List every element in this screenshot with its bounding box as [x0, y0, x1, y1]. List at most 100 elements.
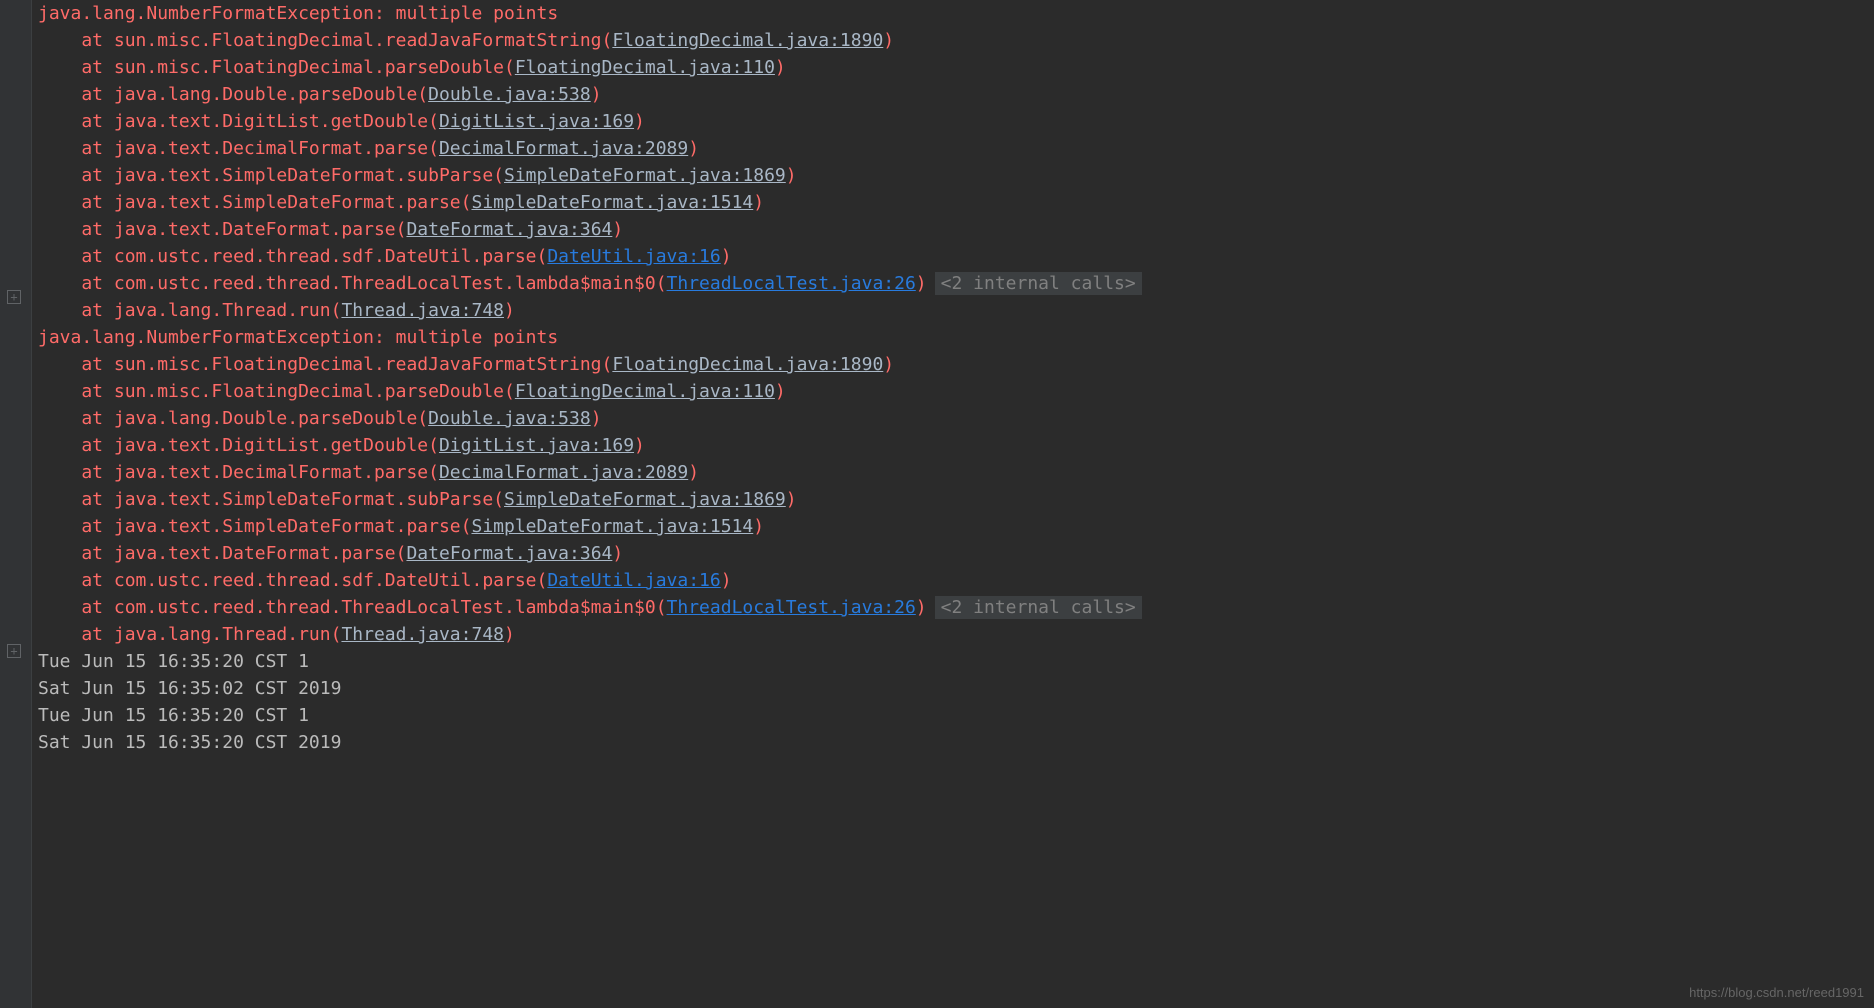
stack-frame-suffix: ): [504, 300, 515, 321]
console-line: Tue Jun 15 16:35:20 CST 1: [38, 702, 1874, 729]
source-link[interactable]: DateFormat.java:364: [406, 543, 612, 564]
console-line: at java.text.SimpleDateFormat.subParse(S…: [38, 162, 1874, 189]
stack-frame-prefix: at sun.misc.FloatingDecimal.parseDouble(: [38, 57, 515, 78]
expand-fold-icon[interactable]: +: [7, 290, 21, 304]
source-link[interactable]: Thread.java:748: [341, 624, 504, 645]
source-link[interactable]: ThreadLocalTest.java:26: [667, 597, 916, 618]
stack-frame-suffix: ): [916, 597, 927, 618]
console-line: at com.ustc.reed.thread.sdf.DateUtil.par…: [38, 567, 1874, 594]
console-line: at com.ustc.reed.thread.sdf.DateUtil.par…: [38, 243, 1874, 270]
console-gutter: + +: [0, 0, 32, 1008]
console-line: at com.ustc.reed.thread.ThreadLocalTest.…: [38, 594, 1874, 621]
source-link[interactable]: ThreadLocalTest.java:26: [667, 273, 916, 294]
source-link[interactable]: Double.java:538: [428, 84, 591, 105]
stack-frame-suffix: ): [688, 462, 699, 483]
console-line: Tue Jun 15 16:35:20 CST 1: [38, 648, 1874, 675]
stack-frame-prefix: at com.ustc.reed.thread.ThreadLocalTest.…: [38, 273, 667, 294]
source-link[interactable]: SimpleDateFormat.java:1869: [504, 489, 786, 510]
stack-frame-prefix: at java.text.SimpleDateFormat.parse(: [38, 192, 471, 213]
console-line: at sun.misc.FloatingDecimal.parseDouble(…: [38, 378, 1874, 405]
stdout-line: Tue Jun 15 16:35:20 CST 1: [38, 651, 309, 672]
stack-frame-prefix: at com.ustc.reed.thread.sdf.DateUtil.par…: [38, 570, 547, 591]
stack-frame-suffix: ): [591, 408, 602, 429]
watermark-text: https://blog.csdn.net/reed1991: [1689, 983, 1864, 1003]
stack-frame-suffix: ): [786, 489, 797, 510]
console-line: Sat Jun 15 16:35:20 CST 2019: [38, 729, 1874, 756]
source-link[interactable]: FloatingDecimal.java:1890: [612, 30, 883, 51]
source-link[interactable]: SimpleDateFormat.java:1514: [471, 516, 753, 537]
console-line: at java.lang.Thread.run(Thread.java:748): [38, 621, 1874, 648]
stack-frame-prefix: at java.lang.Double.parseDouble(: [38, 408, 428, 429]
source-link[interactable]: DigitList.java:169: [439, 111, 634, 132]
console-line: at java.text.DecimalFormat.parse(Decimal…: [38, 135, 1874, 162]
console-line: at java.text.DigitList.getDouble(DigitLi…: [38, 108, 1874, 135]
stack-frame-prefix: at java.text.DecimalFormat.parse(: [38, 462, 439, 483]
console-line: at java.text.SimpleDateFormat.subParse(S…: [38, 486, 1874, 513]
stack-frame-prefix: at java.text.DigitList.getDouble(: [38, 435, 439, 456]
console-line: at sun.misc.FloatingDecimal.parseDouble(…: [38, 54, 1874, 81]
console-line: at java.text.DigitList.getDouble(DigitLi…: [38, 432, 1874, 459]
stack-frame-prefix: at java.lang.Double.parseDouble(: [38, 84, 428, 105]
stdout-line: Tue Jun 15 16:35:20 CST 1: [38, 705, 309, 726]
source-link[interactable]: DecimalFormat.java:2089: [439, 138, 688, 159]
stack-frame-prefix: at com.ustc.reed.thread.sdf.DateUtil.par…: [38, 246, 547, 267]
stack-frame-suffix: ): [634, 111, 645, 132]
stack-frame-prefix: at java.text.DecimalFormat.parse(: [38, 138, 439, 159]
stack-frame-suffix: ): [753, 192, 764, 213]
stack-frame-suffix: ): [504, 624, 515, 645]
source-link[interactable]: Thread.java:748: [341, 300, 504, 321]
stack-frame-prefix: at java.text.DateFormat.parse(: [38, 543, 406, 564]
stack-frame-prefix: at sun.misc.FloatingDecimal.readJavaForm…: [38, 30, 612, 51]
source-link[interactable]: DecimalFormat.java:2089: [439, 462, 688, 483]
console-line: at sun.misc.FloatingDecimal.readJavaForm…: [38, 27, 1874, 54]
source-link[interactable]: Double.java:538: [428, 408, 591, 429]
stack-frame-suffix: ): [916, 273, 927, 294]
source-link[interactable]: SimpleDateFormat.java:1514: [471, 192, 753, 213]
source-link[interactable]: FloatingDecimal.java:1890: [612, 354, 883, 375]
console-line: at java.text.SimpleDateFormat.parse(Simp…: [38, 513, 1874, 540]
stack-frame-prefix: at sun.misc.FloatingDecimal.readJavaForm…: [38, 354, 612, 375]
stack-frame-suffix: ): [775, 57, 786, 78]
stdout-line: Sat Jun 15 16:35:02 CST 2019: [38, 678, 341, 699]
exception-header: java.lang.NumberFormatException: multipl…: [38, 327, 558, 348]
stack-frame-prefix: at java.text.DateFormat.parse(: [38, 219, 406, 240]
console-line: at java.text.SimpleDateFormat.parse(Simp…: [38, 189, 1874, 216]
console-line: at sun.misc.FloatingDecimal.readJavaForm…: [38, 351, 1874, 378]
stack-frame-prefix: at sun.misc.FloatingDecimal.parseDouble(: [38, 381, 515, 402]
source-link[interactable]: DateFormat.java:364: [406, 219, 612, 240]
stack-frame-prefix: at java.lang.Thread.run(: [38, 300, 341, 321]
source-link[interactable]: FloatingDecimal.java:110: [515, 381, 775, 402]
console-line: at java.text.DateFormat.parse(DateFormat…: [38, 216, 1874, 243]
source-link[interactable]: DateUtil.java:16: [547, 246, 720, 267]
console-line: at com.ustc.reed.thread.ThreadLocalTest.…: [38, 270, 1874, 297]
console-line: at java.text.DecimalFormat.parse(Decimal…: [38, 459, 1874, 486]
stack-frame-suffix: ): [688, 138, 699, 159]
stack-frame-suffix: ): [786, 165, 797, 186]
stack-frame-prefix: at java.text.DigitList.getDouble(: [38, 111, 439, 132]
stack-frame-suffix: ): [721, 570, 732, 591]
exception-header: java.lang.NumberFormatException: multipl…: [38, 3, 558, 24]
stack-frame-prefix: at java.lang.Thread.run(: [38, 624, 341, 645]
internal-calls-badge[interactable]: <2 internal calls>: [935, 272, 1142, 295]
stack-frame-suffix: ): [775, 381, 786, 402]
stack-frame-prefix: at com.ustc.reed.thread.ThreadLocalTest.…: [38, 597, 667, 618]
console-line: java.lang.NumberFormatException: multipl…: [38, 324, 1874, 351]
stack-frame-suffix: ): [883, 354, 894, 375]
stack-frame-prefix: at java.text.SimpleDateFormat.subParse(: [38, 489, 504, 510]
source-link[interactable]: FloatingDecimal.java:110: [515, 57, 775, 78]
console-line: at java.lang.Double.parseDouble(Double.j…: [38, 405, 1874, 432]
stack-frame-suffix: ): [612, 543, 623, 564]
stdout-line: Sat Jun 15 16:35:20 CST 2019: [38, 732, 341, 753]
source-link[interactable]: DateUtil.java:16: [547, 570, 720, 591]
console-line: at java.lang.Thread.run(Thread.java:748): [38, 297, 1874, 324]
expand-fold-icon[interactable]: +: [7, 644, 21, 658]
stack-frame-suffix: ): [634, 435, 645, 456]
source-link[interactable]: DigitList.java:169: [439, 435, 634, 456]
stack-frame-suffix: ): [591, 84, 602, 105]
console-line: java.lang.NumberFormatException: multipl…: [38, 0, 1874, 27]
console-output[interactable]: java.lang.NumberFormatException: multipl…: [38, 0, 1874, 756]
internal-calls-badge[interactable]: <2 internal calls>: [935, 596, 1142, 619]
stack-frame-suffix: ): [721, 246, 732, 267]
source-link[interactable]: SimpleDateFormat.java:1869: [504, 165, 786, 186]
stack-frame-suffix: ): [883, 30, 894, 51]
